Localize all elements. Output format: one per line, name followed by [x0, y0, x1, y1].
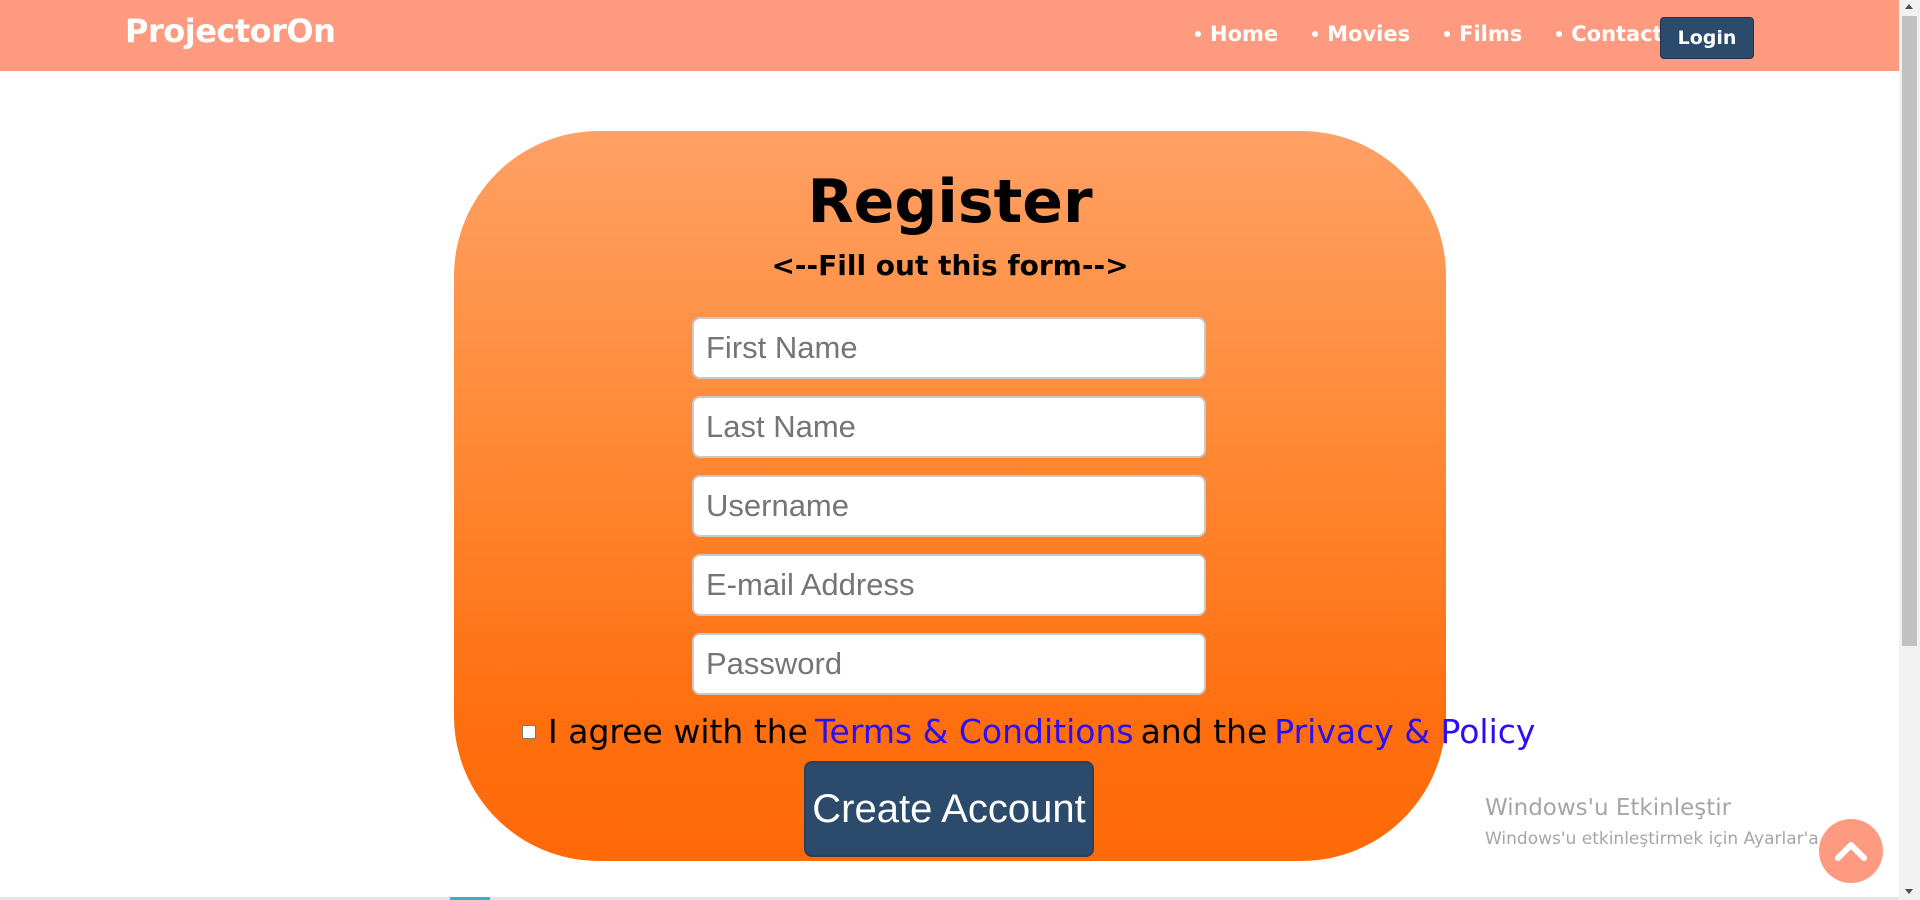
chevron-up-icon: [1835, 842, 1867, 861]
bullet-icon: [1556, 31, 1563, 37]
nav-link-contact[interactable]: Contact: [1556, 22, 1663, 46]
bullet-icon: [1195, 31, 1201, 37]
scrollbar-thumb[interactable]: [1902, 16, 1917, 646]
nav-link-label: Movies: [1327, 22, 1411, 46]
bullet-icon: [1312, 31, 1319, 37]
register-form-card: Register <--Fill out this form--> I agre…: [454, 131, 1535, 861]
terms-link[interactable]: Terms & Conditions: [815, 712, 1134, 751]
vertical-scrollbar[interactable]: [1899, 0, 1920, 900]
form-subtitle: <--Fill out this form-->: [771, 249, 1129, 282]
last-name-input[interactable]: [692, 396, 1206, 458]
nav-link-home[interactable]: Home: [1195, 22, 1278, 46]
windows-activation-subtitle: Windows'u etkinleştirmek için Ayarlar'a …: [1485, 829, 1872, 849]
privacy-link[interactable]: Privacy & Policy: [1274, 712, 1535, 751]
agree-checkbox[interactable]: [522, 724, 536, 739]
nav-links: Home Movies Films Contact: [1195, 22, 1663, 46]
brand-logo[interactable]: ProjectorOn: [125, 12, 336, 50]
create-account-button[interactable]: Create Account: [804, 761, 1094, 857]
bullet-icon: [1444, 31, 1451, 37]
nav-link-label: Films: [1459, 22, 1523, 46]
first-name-input[interactable]: [692, 317, 1206, 379]
form-title: Register: [807, 167, 1093, 237]
scroll-down-arrow-icon[interactable]: [1905, 889, 1913, 894]
nav-link-label: Contact: [1571, 22, 1663, 46]
back-to-top-button[interactable]: [1819, 819, 1883, 883]
navbar: ProjectorOn Home Movies Films Contact Lo…: [0, 0, 1899, 71]
agree-middle-text: and the: [1140, 712, 1268, 751]
agree-prefix-text: I agree with the: [548, 712, 808, 751]
nav-link-movies[interactable]: Movies: [1312, 22, 1410, 46]
page: ProjectorOn Home Movies Films Contact Lo…: [0, 0, 1920, 900]
password-input[interactable]: [692, 633, 1206, 695]
email-input[interactable]: [692, 554, 1206, 616]
agree-row: I agree with the Terms & Conditions and …: [522, 712, 1535, 751]
login-button[interactable]: Login: [1660, 17, 1754, 59]
scroll-up-arrow-icon[interactable]: [1905, 4, 1913, 9]
windows-activation-title: Windows'u Etkinleştir: [1485, 795, 1732, 821]
nav-link-label: Home: [1210, 22, 1279, 46]
nav-link-films[interactable]: Films: [1444, 22, 1522, 46]
username-input[interactable]: [692, 475, 1206, 537]
